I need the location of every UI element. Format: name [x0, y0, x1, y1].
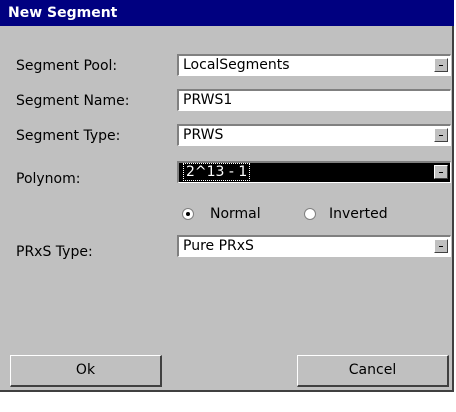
cancel-button[interactable]: Cancel: [297, 355, 449, 387]
segment-pool-dropdown[interactable]: LocalSegments: [177, 54, 451, 76]
radio-inverted-label[interactable]: Inverted: [329, 205, 388, 223]
polynom-dropdown[interactable]: 2^13 - 1: [177, 161, 451, 183]
polynom-value: 2^13 - 1: [182, 163, 251, 181]
prxs-type-value: Pure PRxS: [183, 238, 254, 254]
radio-normal-label[interactable]: Normal: [210, 205, 261, 223]
segment-name-value: PRWS1: [183, 92, 233, 108]
ok-button[interactable]: Ok: [10, 355, 162, 387]
segment-pool-value: LocalSegments: [183, 57, 290, 73]
radio-inverted-button[interactable]: [304, 208, 316, 220]
segment-pool-label: Segment Pool:: [16, 58, 118, 74]
radio-normal-button[interactable]: [182, 208, 194, 220]
dropdown-arrow-icon[interactable]: [434, 128, 448, 142]
segment-type-label: Segment Type:: [16, 128, 121, 144]
dropdown-arrow-icon[interactable]: [434, 239, 448, 253]
segment-name-label: Segment Name:: [16, 93, 130, 109]
dropdown-arrow-icon[interactable]: [434, 58, 448, 72]
prxs-type-label: PRxS Type:: [16, 244, 93, 260]
segment-type-dropdown[interactable]: PRWS: [177, 124, 451, 146]
segment-type-value: PRWS: [183, 127, 224, 143]
new-segment-dialog: New Segment Segment Pool: LocalSegments …: [0, 0, 454, 392]
prxs-type-dropdown[interactable]: Pure PRxS: [177, 235, 451, 257]
dropdown-arrow-icon[interactable]: [434, 165, 448, 179]
dialog-title: New Segment: [0, 0, 454, 26]
polynom-label: Polynom:: [16, 171, 81, 187]
segment-name-input[interactable]: PRWS1: [177, 89, 451, 111]
